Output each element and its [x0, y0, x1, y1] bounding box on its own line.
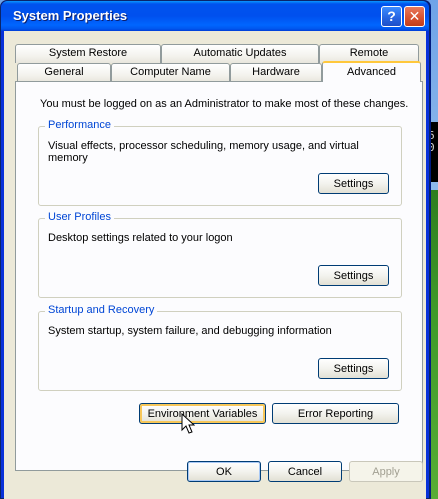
- system-properties-window: System Properties ? ✕ System Restore Aut…: [0, 0, 430, 499]
- cancel-button[interactable]: Cancel: [268, 461, 342, 482]
- error-reporting-button[interactable]: Error Reporting: [272, 403, 399, 424]
- tab-computer-name[interactable]: Computer Name: [111, 63, 230, 82]
- tab-hardware[interactable]: Hardware: [230, 63, 322, 82]
- apply-button[interactable]: Apply: [349, 461, 423, 482]
- tab-advanced[interactable]: Advanced: [322, 61, 421, 82]
- tab-general[interactable]: General: [17, 63, 111, 82]
- advanced-tab-panel: You must be logged on as an Administrato…: [15, 81, 423, 471]
- title-bar[interactable]: System Properties ? ✕: [1, 1, 429, 31]
- user-profiles-settings-button[interactable]: Settings: [318, 265, 389, 286]
- startup-recovery-group: Startup and Recovery System startup, sys…: [38, 304, 402, 391]
- close-icon[interactable]: ✕: [404, 6, 425, 27]
- admin-notice: You must be logged on as an Administrato…: [40, 98, 409, 110]
- performance-group: Performance Visual effects, processor sc…: [38, 119, 402, 206]
- user-profiles-description: Desktop settings related to your logon: [48, 232, 233, 244]
- ok-button[interactable]: OK: [187, 461, 261, 482]
- startup-recovery-settings-button[interactable]: Settings: [318, 358, 389, 379]
- startup-recovery-description: System startup, system failure, and debu…: [48, 325, 332, 337]
- performance-description: Visual effects, processor scheduling, me…: [48, 140, 359, 164]
- user-profiles-group-title: User Profiles: [45, 211, 114, 223]
- performance-settings-button[interactable]: Settings: [318, 173, 389, 194]
- environment-variables-button[interactable]: Environment Variables: [139, 403, 266, 424]
- performance-group-title: Performance: [45, 119, 114, 131]
- dialog-client-area: System Restore Automatic Updates Remote …: [4, 31, 426, 499]
- help-icon[interactable]: ?: [381, 6, 402, 27]
- mouse-pointer-icon: [181, 413, 195, 434]
- tab-automatic-updates[interactable]: Automatic Updates: [161, 44, 319, 63]
- user-profiles-group: User Profiles Desktop settings related t…: [38, 211, 402, 298]
- startup-recovery-group-title: Startup and Recovery: [45, 304, 158, 316]
- window-title: System Properties: [13, 8, 128, 23]
- tab-system-restore[interactable]: System Restore: [15, 44, 161, 63]
